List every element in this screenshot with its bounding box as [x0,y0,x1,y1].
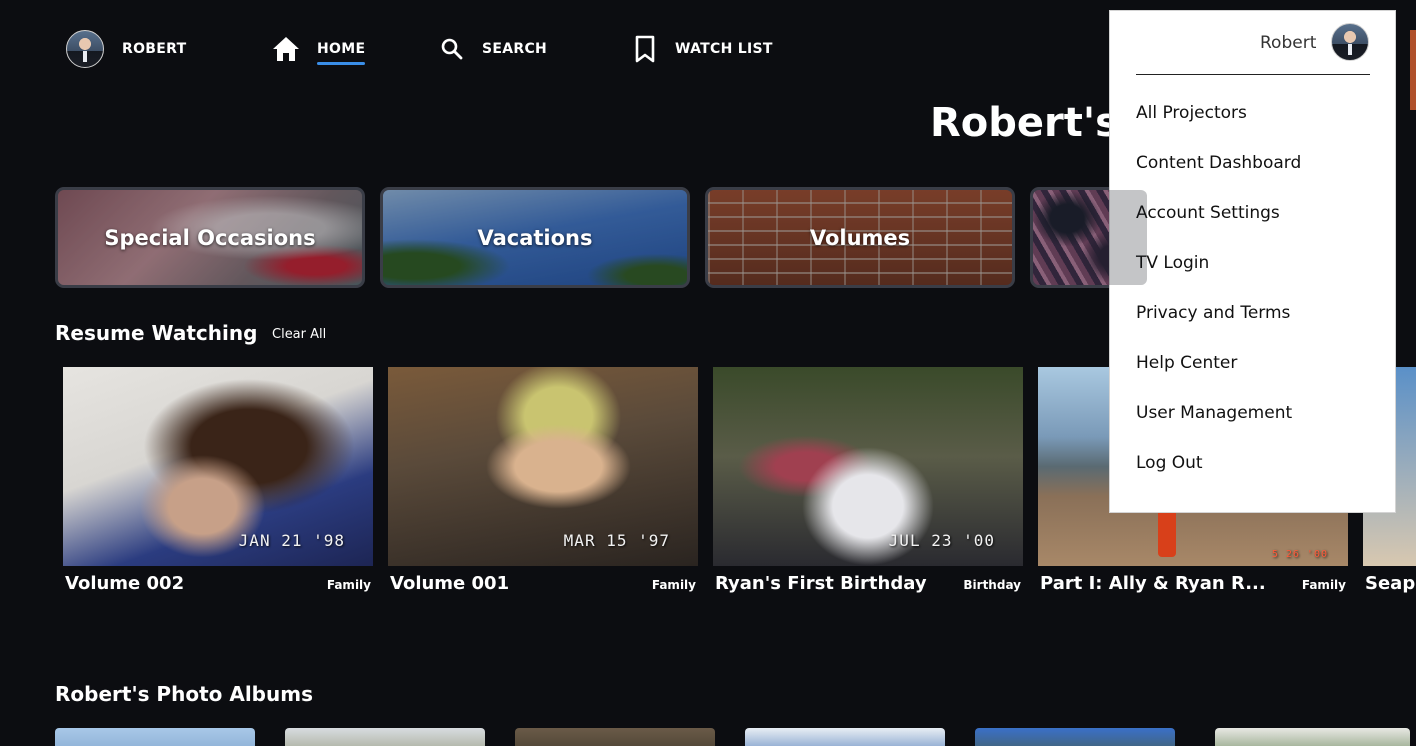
nav-search-label: SEARCH [482,41,548,57]
menu-item-account-settings[interactable]: Account Settings [1136,203,1280,223]
category-volumes[interactable]: Volumes [705,187,1015,288]
album-card[interactable] [285,728,485,746]
video-category-tag: Family [326,578,371,592]
nav-watchlist-label: WATCH LIST [675,41,773,57]
video-title: Seap [1365,573,1416,594]
background-edge [1410,30,1416,110]
resume-watching-title: Resume Watching [55,321,258,345]
bookmark-icon [635,35,655,63]
nav-search[interactable]: SEARCH [440,31,547,67]
thumbnail-date: 5 26 '00 [1271,549,1328,560]
home-icon [273,37,299,61]
active-tab-indicator [317,62,366,65]
clear-all-button[interactable]: Clear All [272,327,326,342]
menu-item-content-dashboard[interactable]: Content Dashboard [1136,153,1301,173]
nav-home-label: HOME [317,41,366,65]
thumbnail-date: JAN 21 '98 [238,531,345,550]
menu-item-log-out[interactable]: Log Out [1136,453,1203,473]
profile-name: ROBERT [122,41,187,57]
video-thumbnail: MAR 15 '97 [388,367,698,566]
video-category-tag: Family [651,578,696,592]
profile-nav-item[interactable]: ROBERT [66,30,187,68]
video-title: Ryan's First Birthday [715,573,927,594]
category-vacations[interactable]: Vacations [380,187,690,288]
category-label: Vacations [477,225,593,250]
album-card[interactable] [745,728,945,746]
photo-albums-title: Robert's Photo Albums [55,682,313,706]
menu-user-name: Robert [1260,33,1317,53]
thumbnail-date: JUL 23 '00 [888,531,995,550]
video-card[interactable]: JAN 21 '98 Volume 002 Family [63,367,373,602]
thumbnail-date: MAR 15 '97 [563,531,670,550]
video-thumbnail: JAN 21 '98 [63,367,373,566]
category-label: Special Occasions [104,225,316,250]
menu-item-all-projectors[interactable]: All Projectors [1136,103,1247,123]
video-category-tag: Family [1301,578,1346,592]
menu-item-privacy-terms[interactable]: Privacy and Terms [1136,303,1290,323]
video-card[interactable]: JUL 23 '00 Ryan's First Birthday Birthda… [713,367,1023,602]
video-title: Part I: Ally & Ryan R... [1040,573,1266,594]
album-card[interactable] [1215,728,1410,746]
category-tile-4[interactable] [1030,187,1150,288]
category-label: Volumes [809,225,911,250]
menu-divider [1136,74,1370,75]
album-card[interactable] [515,728,715,746]
video-title: Volume 002 [65,573,185,594]
avatar [66,30,104,68]
search-icon [441,38,463,60]
video-title: Volume 001 [390,573,510,594]
page-title: Robert's [930,100,1119,146]
menu-item-help-center[interactable]: Help Center [1136,353,1237,373]
menu-item-user-management[interactable]: User Management [1136,403,1292,423]
nav-home[interactable]: HOME [272,31,366,67]
nav-watchlist[interactable]: WATCH LIST [633,31,773,67]
album-card[interactable] [55,728,255,746]
video-card[interactable]: MAR 15 '97 Volume 001 Family [388,367,698,602]
category-special-occasions[interactable]: Special Occasions [55,187,365,288]
album-card[interactable] [975,728,1175,746]
profile-dropdown-menu: Robert All Projectors Content Dashboard … [1109,10,1396,513]
avatar [1331,23,1369,61]
video-thumbnail: JUL 23 '00 [713,367,1023,566]
video-category-tag: Birthday [963,578,1021,592]
